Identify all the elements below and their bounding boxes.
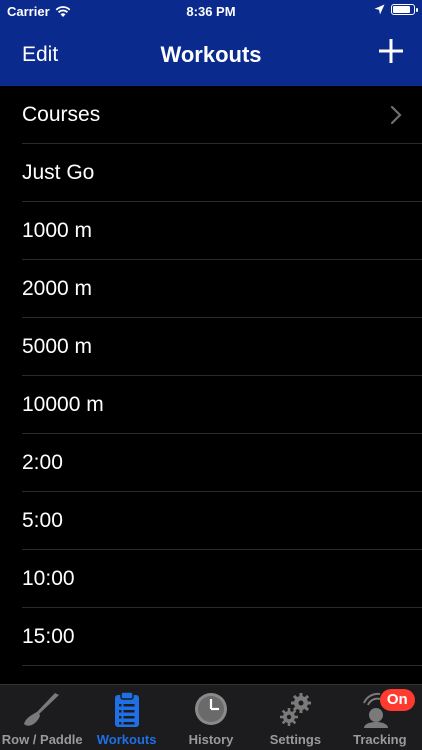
- clipboard-icon: [114, 691, 139, 727]
- workout-label: 1000 m: [22, 219, 93, 242]
- tab-tracking[interactable]: On Tracking: [338, 685, 422, 750]
- workout-row-courses[interactable]: Courses: [0, 86, 422, 144]
- workout-row-5000m[interactable]: 5000 m: [0, 318, 422, 376]
- tab-row-paddle[interactable]: Row / Paddle: [0, 685, 84, 750]
- page-title: Workouts: [160, 42, 262, 67]
- workout-list: Courses Just Go 1000 m 2000 m 5000 m 100…: [0, 86, 422, 684]
- status-time: 8:36 PM: [186, 4, 236, 19]
- plus-icon[interactable]: [376, 36, 406, 66]
- workout-row-10min[interactable]: 10:00: [0, 550, 422, 608]
- location-arrow-icon: [374, 4, 385, 15]
- workout-row-10000m[interactable]: 10000 m: [0, 376, 422, 434]
- status-right: [374, 4, 418, 15]
- tab-workouts[interactable]: Workouts: [84, 685, 168, 750]
- oar-icon: [24, 693, 60, 726]
- tracking-status-badge: On: [379, 689, 415, 711]
- tab-label: History: [188, 732, 234, 747]
- workout-label: 2000 m: [22, 277, 93, 300]
- status-bar: Carrier 8:36 PM: [0, 0, 422, 22]
- battery-icon: [391, 4, 418, 15]
- workout-row-5min[interactable]: 5:00: [0, 492, 422, 550]
- tab-label: Row / Paddle: [1, 732, 83, 747]
- workout-label: 5000 m: [22, 335, 93, 358]
- battery-fill: [393, 6, 411, 13]
- tab-label: Tracking: [353, 732, 407, 747]
- workout-label: Courses: [22, 103, 101, 126]
- clock-icon: [195, 693, 228, 725]
- tab-settings[interactable]: Settings: [253, 685, 337, 750]
- workout-label: 10:00: [22, 567, 75, 590]
- chevron-right-icon: [390, 105, 402, 125]
- gears-icon: [280, 693, 312, 726]
- workout-label: 15:00: [22, 625, 75, 648]
- workout-row-just-go[interactable]: Just Go: [0, 144, 422, 202]
- workout-label: 2:00: [22, 451, 63, 474]
- tab-label: Settings: [269, 732, 322, 747]
- tab-label: Workouts: [96, 732, 157, 747]
- workout-label: 5:00: [22, 509, 63, 532]
- workout-row-1000m[interactable]: 1000 m: [0, 202, 422, 260]
- tab-bar: Row / Paddle Workouts History Settings O…: [0, 684, 422, 750]
- workout-row-15min[interactable]: 15:00: [0, 608, 422, 666]
- tab-history[interactable]: History: [169, 685, 253, 750]
- workout-label: 10000 m: [22, 393, 104, 416]
- workout-label: Just Go: [22, 161, 95, 184]
- workout-row-2000m[interactable]: 2000 m: [0, 260, 422, 318]
- workout-row-2min[interactable]: 2:00: [0, 434, 422, 492]
- navigation-bar: Edit Workouts: [0, 22, 422, 86]
